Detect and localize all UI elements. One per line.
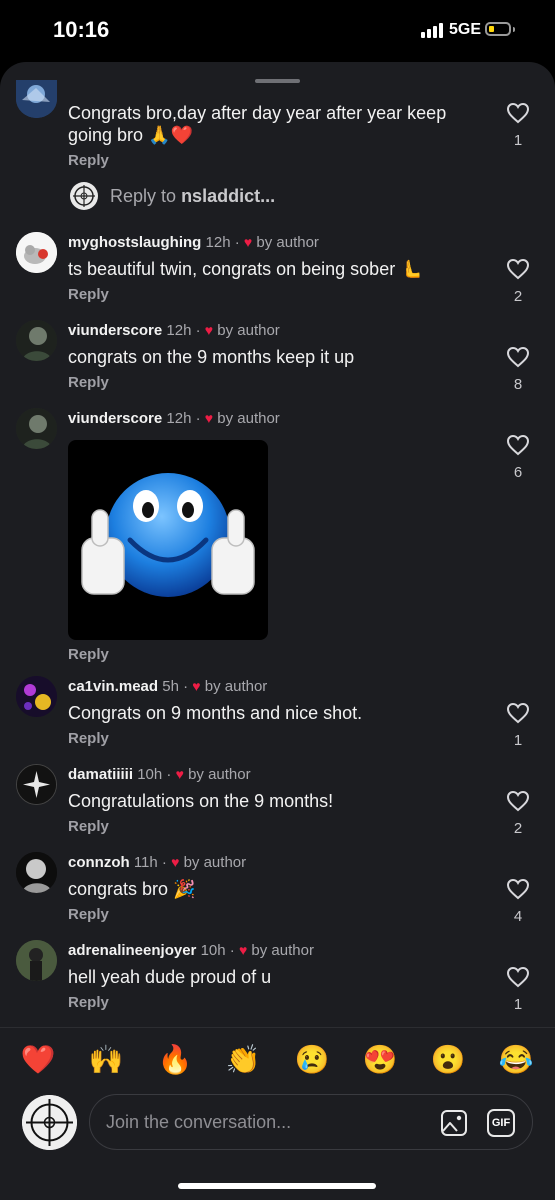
avatar[interactable] xyxy=(16,852,57,893)
heart-icon: ♥ xyxy=(238,942,248,958)
like-count: 1 xyxy=(513,996,523,1013)
comments-sheet: Congrats bro,day after day year after ye… xyxy=(0,62,555,1200)
heart-icon: ♥ xyxy=(192,678,201,694)
username[interactable]: viunderscore xyxy=(68,322,162,339)
username[interactable]: ca1vin.mead xyxy=(68,678,158,695)
comment-text: Congrats bro,day after day year after ye… xyxy=(68,103,447,145)
heart-icon: ♥ xyxy=(243,234,253,250)
status-bar: 10:16 5GE xyxy=(0,0,555,62)
avatar[interactable] xyxy=(16,320,57,361)
quick-reactions: ❤️ 🙌 🔥 👏 😢 😍 😮 😂 xyxy=(0,1040,555,1080)
home-indicator xyxy=(178,1183,376,1189)
heart-icon: ♥ xyxy=(171,854,180,870)
comment-text: congrats on the 9 months keep it up xyxy=(68,347,355,367)
avatar[interactable] xyxy=(16,80,57,118)
comment-text: ts beautiful twin, congrats on being sob… xyxy=(68,259,423,279)
like-heart-icon[interactable] xyxy=(506,790,530,812)
reaction-raised-hands[interactable]: 🙌 xyxy=(86,1040,126,1080)
avatar[interactable] xyxy=(16,764,57,805)
comment-text: hell yeah dude proud of u xyxy=(68,967,272,987)
reaction-laugh[interactable]: 😂 xyxy=(496,1040,536,1080)
comment-input[interactable]: Join the conversation... GIF xyxy=(89,1094,533,1150)
comment-meta: ca1vin.mead 5h · ♥ by author xyxy=(68,678,268,695)
like-count: 2 xyxy=(513,820,523,837)
battery-cap xyxy=(513,27,515,32)
like-heart-icon[interactable] xyxy=(506,702,530,724)
reaction-cry[interactable]: 😢 xyxy=(292,1040,332,1080)
reply-button[interactable]: Reply xyxy=(68,818,109,835)
avatar[interactable] xyxy=(16,232,57,273)
username[interactable]: connzoh xyxy=(68,854,130,871)
comment-meta: viunderscore 12h · ♥ by author xyxy=(68,322,280,339)
reaction-surprised[interactable]: 😮 xyxy=(428,1040,468,1080)
reply-avatar xyxy=(70,182,98,210)
comment-text: Congrats on 9 months and nice shot. xyxy=(68,703,363,723)
image-icon[interactable] xyxy=(440,1109,468,1137)
reply-button[interactable]: Reply xyxy=(68,286,109,303)
sticker-image[interactable] xyxy=(68,440,268,640)
like-heart-icon[interactable] xyxy=(506,966,530,988)
reply-button[interactable]: Reply xyxy=(68,906,109,923)
divider xyxy=(0,1027,555,1028)
like-count: 8 xyxy=(513,376,523,393)
reply-button[interactable]: Reply xyxy=(68,994,109,1011)
reaction-heart[interactable]: ❤️ xyxy=(18,1040,58,1080)
comment-meta: adrenalineenjoyer 10h · ♥ by author xyxy=(68,942,314,959)
like-heart-icon[interactable] xyxy=(506,878,530,900)
thumbs-up-smiley-icon xyxy=(81,473,255,597)
comment-text: congrats bro 🎉 xyxy=(68,879,196,899)
username[interactable]: viunderscore xyxy=(68,410,162,427)
like-heart-icon[interactable] xyxy=(506,258,530,280)
reply-button[interactable]: Reply xyxy=(68,730,109,747)
avatar[interactable] xyxy=(16,940,57,981)
status-time: 10:16 xyxy=(53,17,110,42)
username[interactable]: adrenalineenjoyer xyxy=(68,942,196,959)
like-count: 1 xyxy=(513,732,523,749)
signal-icon xyxy=(421,22,443,38)
network-label: 5GE xyxy=(449,21,482,38)
like-count: 2 xyxy=(513,288,523,305)
username[interactable]: myghostslaughing xyxy=(68,234,201,251)
avatar[interactable] xyxy=(16,408,57,449)
heart-icon: ♥ xyxy=(175,766,184,782)
reply-to-label: Reply to nsladdict... xyxy=(110,186,276,206)
battery-icon xyxy=(485,22,511,36)
reply-button[interactable]: Reply xyxy=(68,646,109,663)
comment-meta: myghostslaughing 12h · ♥ by author xyxy=(68,234,319,251)
gif-button[interactable]: GIF xyxy=(487,1109,515,1137)
reaction-fire[interactable]: 🔥 xyxy=(155,1040,195,1080)
like-heart-icon[interactable] xyxy=(506,346,530,368)
like-count: 6 xyxy=(513,464,523,481)
reply-button[interactable]: Reply xyxy=(68,374,109,391)
comment-input-placeholder: Join the conversation... xyxy=(106,1112,292,1132)
like-heart-icon[interactable] xyxy=(506,434,530,456)
comment-text: Congratulations on the 9 months! xyxy=(68,791,334,811)
like-heart-icon[interactable] xyxy=(506,102,530,124)
like-count: 1 xyxy=(513,132,523,149)
heart-icon: ♥ xyxy=(204,322,214,338)
reply-button[interactable]: Reply xyxy=(68,152,109,169)
reaction-clap[interactable]: 👏 xyxy=(223,1040,263,1080)
like-count: 4 xyxy=(513,908,523,925)
composer-avatar[interactable] xyxy=(22,1095,77,1150)
reaction-heart-eyes[interactable]: 😍 xyxy=(360,1040,400,1080)
comment-meta: damatiiiii 10h · ♥ by author xyxy=(68,766,251,783)
avatar[interactable] xyxy=(16,676,57,717)
comment-meta: connzoh 11h · ♥ by author xyxy=(68,854,247,871)
sheet-drag-handle[interactable] xyxy=(255,79,300,83)
comment-meta: viunderscore 12h · ♥ by author xyxy=(68,410,280,427)
heart-icon: ♥ xyxy=(204,410,214,426)
username[interactable]: damatiiiii xyxy=(68,766,133,783)
